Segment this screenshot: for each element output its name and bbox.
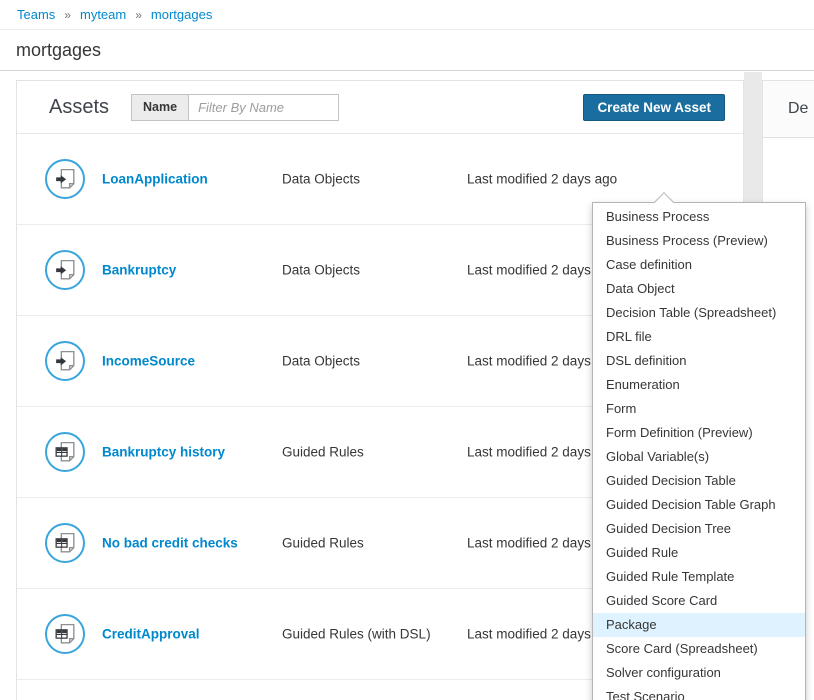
menu-item-business-process-preview[interactable]: Business Process (Preview) xyxy=(593,229,805,253)
breadcrumb-link-myteam[interactable]: myteam xyxy=(80,7,126,22)
guided-rules-icon xyxy=(45,614,85,654)
create-new-asset-button[interactable]: Create New Asset xyxy=(583,94,725,121)
guided-rules-icon xyxy=(45,523,85,563)
page-title-bar: mortgages xyxy=(0,30,814,71)
menu-item-decision-table-spreadsheet[interactable]: Decision Table (Spreadsheet) xyxy=(593,301,805,325)
data-object-icon xyxy=(45,159,85,199)
data-object-icon xyxy=(45,341,85,381)
menu-item-guided-decision-table[interactable]: Guided Decision Table xyxy=(593,469,805,493)
menu-item-guided-decision-table-graph[interactable]: Guided Decision Table Graph xyxy=(593,493,805,517)
asset-name-link[interactable]: No bad credit checks xyxy=(102,536,238,551)
filter-by-name-input[interactable] xyxy=(189,94,339,121)
menu-item-package[interactable]: Package xyxy=(593,613,805,637)
filter-addon-label: Name xyxy=(131,94,189,121)
asset-name-link[interactable]: IncomeSource xyxy=(102,354,195,369)
breadcrumb-link-teams[interactable]: Teams xyxy=(17,7,55,22)
menu-item-form-definition-preview[interactable]: Form Definition (Preview) xyxy=(593,421,805,445)
breadcrumb-link-mortgages[interactable]: mortgages xyxy=(151,7,212,22)
menu-item-case-definition[interactable]: Case definition xyxy=(593,253,805,277)
menu-item-guided-rule[interactable]: Guided Rule xyxy=(593,541,805,565)
asset-type: Data Objects xyxy=(282,172,360,187)
data-object-icon xyxy=(45,250,85,290)
menu-item-enumeration[interactable]: Enumeration xyxy=(593,373,805,397)
menu-item-business-process[interactable]: Business Process xyxy=(593,205,805,229)
guided-rules-icon xyxy=(45,432,85,472)
asset-type: Data Objects xyxy=(282,263,360,278)
filter-group: Name xyxy=(131,94,339,121)
content-area: Assets Name Create New Asset LoanApplica… xyxy=(0,72,814,700)
asset-name-link[interactable]: Bankruptcy history xyxy=(102,445,225,460)
breadcrumb: Teams » myteam » mortgages xyxy=(0,0,814,30)
assets-panel-title: Assets xyxy=(49,96,109,119)
asset-type: Guided Rules xyxy=(282,445,364,460)
asset-name-link[interactable]: Bankruptcy xyxy=(102,263,176,278)
breadcrumb-separator: » xyxy=(135,8,142,22)
create-new-asset-menu: Business ProcessBusiness Process (Previe… xyxy=(592,202,806,700)
details-panel-header: De xyxy=(763,81,814,138)
menu-item-drl-file[interactable]: DRL file xyxy=(593,325,805,349)
menu-item-dsl-definition[interactable]: DSL definition xyxy=(593,349,805,373)
asset-type: Data Objects xyxy=(282,354,360,369)
asset-last-modified: Last modified 2 days ago xyxy=(467,172,617,187)
menu-item-global-variable-s[interactable]: Global Variable(s) xyxy=(593,445,805,469)
page-title: mortgages xyxy=(16,40,101,61)
asset-name-link[interactable]: LoanApplication xyxy=(102,172,208,187)
asset-name-link[interactable]: CreditApproval xyxy=(102,627,200,642)
menu-item-form[interactable]: Form xyxy=(593,397,805,421)
assets-panel-header: Assets Name Create New Asset xyxy=(17,81,743,134)
menu-item-guided-score-card[interactable]: Guided Score Card xyxy=(593,589,805,613)
menu-item-test-scenario[interactable]: Test Scenario xyxy=(593,685,805,700)
menu-item-data-object[interactable]: Data Object xyxy=(593,277,805,301)
menu-item-solver-configuration[interactable]: Solver configuration xyxy=(593,661,805,685)
asset-type: Guided Rules xyxy=(282,536,364,551)
asset-type: Guided Rules (with DSL) xyxy=(282,627,431,642)
menu-item-guided-rule-template[interactable]: Guided Rule Template xyxy=(593,565,805,589)
workbench-page: Teams » myteam » mortgages mortgages Ass… xyxy=(0,0,814,700)
breadcrumb-separator: » xyxy=(64,8,71,22)
details-panel-title: De xyxy=(788,100,808,118)
menu-item-guided-decision-tree[interactable]: Guided Decision Tree xyxy=(593,517,805,541)
menu-item-score-card-spreadsheet[interactable]: Score Card (Spreadsheet) xyxy=(593,637,805,661)
